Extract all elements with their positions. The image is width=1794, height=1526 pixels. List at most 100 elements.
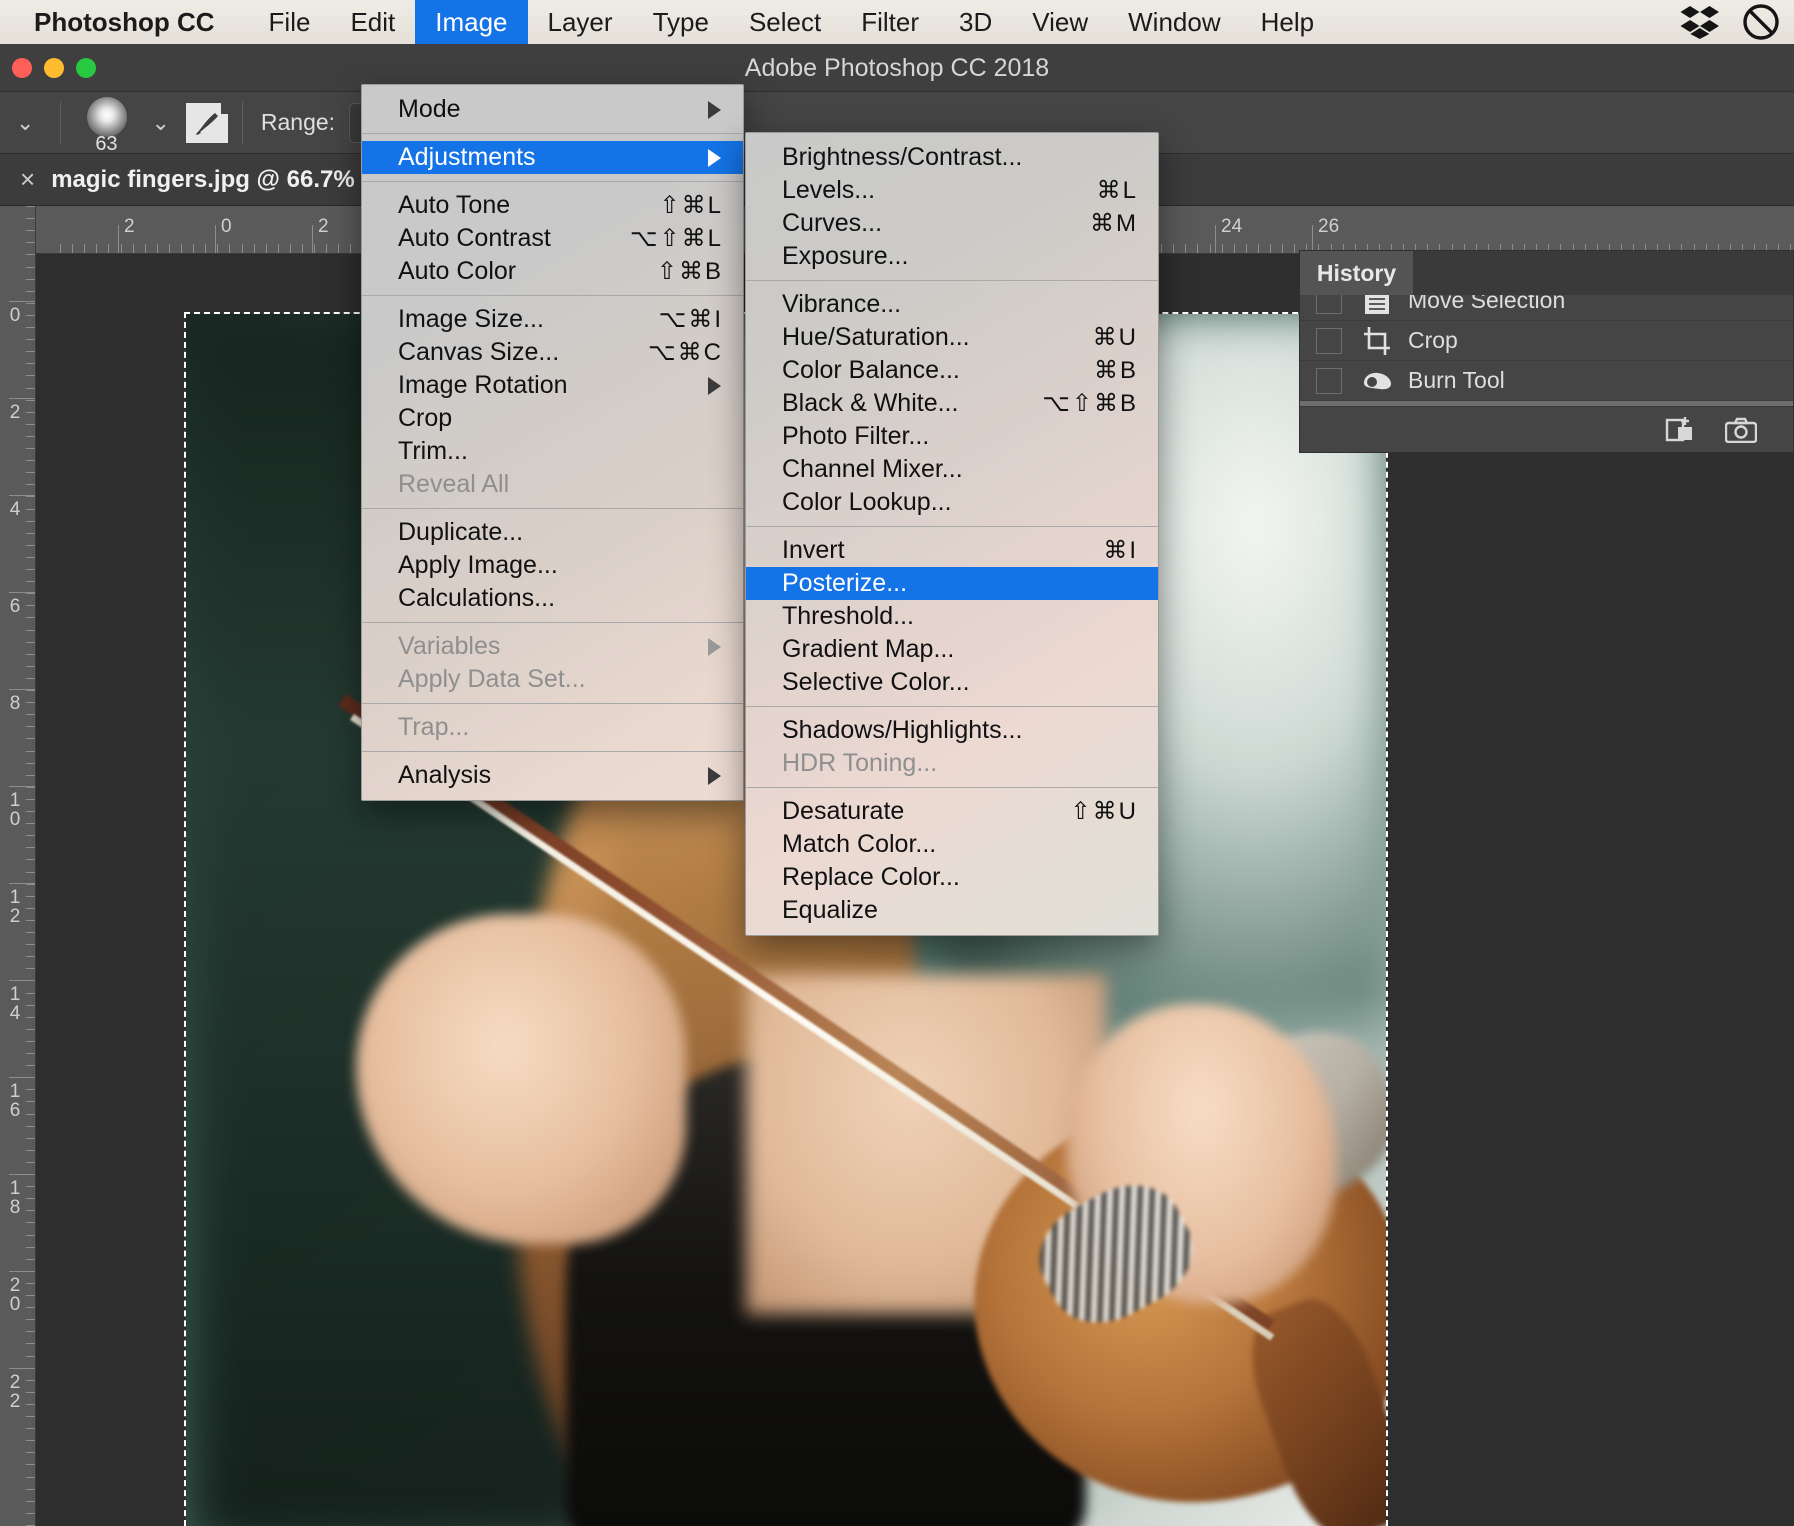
menu-item-crop[interactable]: Crop — [362, 402, 743, 435]
menu-bar-item-file[interactable]: File — [249, 0, 331, 44]
ruler-major-tick — [9, 1271, 35, 1272]
menu-item-analysis[interactable]: Analysis — [362, 759, 743, 792]
ruler-tick — [26, 1464, 35, 1466]
camera-icon[interactable] — [1725, 417, 1757, 443]
menu-item-color-lookup[interactable]: Color Lookup... — [746, 486, 1158, 519]
new-snapshot-icon[interactable] — [1665, 415, 1695, 445]
menu-bar-item-image[interactable]: Image — [415, 0, 528, 44]
ruler-label: 12 — [9, 887, 21, 927]
ruler-tick — [60, 244, 61, 253]
menu-item-duplicate[interactable]: Duplicate... — [362, 516, 743, 549]
menu-item-adjustments[interactable]: Adjustments — [362, 141, 743, 174]
menu-item-desaturate[interactable]: Desaturate ⇧⌘U — [746, 795, 1158, 828]
ruler-tick — [326, 244, 328, 253]
menu-item-auto-tone[interactable]: Auto Tone ⇧⌘L — [362, 189, 743, 222]
tool-preset-chevron-icon[interactable]: ⌄ — [0, 110, 50, 136]
ruler-tick — [26, 375, 35, 377]
menu-bar-item-3d[interactable]: 3D — [939, 0, 1012, 44]
submenu-arrow-icon — [708, 376, 721, 395]
menu-item-hue-saturation[interactable]: Hue/Saturation... ⌘U — [746, 321, 1158, 354]
menu-bar-item-help[interactable]: Help — [1241, 0, 1334, 44]
menu-item-brightness-contrast[interactable]: Brightness/Contrast... — [746, 141, 1158, 174]
ruler-label: 0 — [9, 305, 21, 326]
menu-item-equalize[interactable]: Equalize — [746, 894, 1158, 927]
menu-item-image-size[interactable]: Image Size... ⌥⌘I — [362, 303, 743, 336]
tab-history[interactable]: History — [1300, 251, 1413, 295]
menu-bar-item-window[interactable]: Window — [1108, 0, 1240, 44]
menu-item-vibrance[interactable]: Vibrance... — [746, 288, 1158, 321]
ruler-major-tick — [9, 1368, 35, 1369]
menu-bar-item-edit[interactable]: Edit — [330, 0, 415, 44]
ruler-major-tick — [9, 1077, 35, 1078]
menu-item-threshold[interactable]: Threshold... — [746, 600, 1158, 633]
menu-bar-item-select[interactable]: Select — [729, 0, 841, 44]
menu-item-label: Analysis — [398, 761, 492, 789]
menu-item-channel-mixer[interactable]: Channel Mixer... — [746, 453, 1158, 486]
menu-item-replace-color[interactable]: Replace Color... — [746, 861, 1158, 894]
brush-preview[interactable]: 63 — [77, 96, 135, 155]
menu-item-label: Match Color... — [782, 830, 937, 858]
menu-bar-item-photoshop-cc[interactable]: Photoshop CC — [34, 0, 249, 44]
ruler-tick — [120, 244, 122, 253]
history-list[interactable]: Move SelectionCropBurn ToolLevels — [1300, 295, 1793, 406]
close-document-icon[interactable]: × — [0, 164, 51, 195]
menu-separator — [362, 622, 743, 623]
menu-item-photo-filter[interactable]: Photo Filter... — [746, 420, 1158, 453]
history-snapshot-checkbox[interactable] — [1316, 327, 1342, 354]
menu-item-trim[interactable]: Trim... — [362, 435, 743, 468]
menu-item-posterize[interactable]: Posterize... — [746, 567, 1158, 600]
history-row[interactable]: Crop — [1300, 321, 1793, 361]
menu-bar-item-type[interactable]: Type — [633, 0, 729, 44]
menu-item-label: Vibrance... — [782, 290, 902, 318]
menu-item-label: Apply Image... — [398, 551, 558, 579]
image-menu-dropdown[interactable]: Mode Adjustments Auto Tone ⇧⌘L Auto Contrast… — [361, 84, 744, 801]
dropbox-icon[interactable] — [1680, 5, 1720, 39]
menu-item-image-rotation[interactable]: Image Rotation — [362, 369, 743, 402]
menu-item-label: HDR Toning... — [782, 749, 938, 777]
ruler-tick — [26, 750, 35, 752]
menu-bar-item-view[interactable]: View — [1012, 0, 1108, 44]
menu-item-apply-image[interactable]: Apply Image... — [362, 549, 743, 582]
menu-bar-item-layer[interactable]: Layer — [528, 0, 633, 44]
ruler-tick — [26, 1053, 35, 1054]
do-not-disturb-icon[interactable] — [1742, 3, 1780, 41]
ruler-tick — [26, 496, 35, 498]
ruler-tick — [1257, 244, 1259, 253]
menu-item-calculations[interactable]: Calculations... — [362, 582, 743, 615]
ruler-tick — [26, 472, 35, 474]
ruler-major-tick — [1312, 225, 1313, 253]
menu-item-mode[interactable]: Mode — [362, 93, 743, 126]
menu-item-match-color[interactable]: Match Color... — [746, 828, 1158, 861]
ruler-major-tick — [312, 225, 313, 253]
adjustments-submenu[interactable]: Brightness/Contrast... Levels... ⌘L Curves.… — [745, 132, 1159, 936]
menu-item-curves[interactable]: Curves... ⌘M — [746, 207, 1158, 240]
menu-item-levels[interactable]: Levels... ⌘L — [746, 174, 1158, 207]
vertical-ruler[interactable]: 0 2 4 6 8 10 12 14 16 18 20 22 — [0, 206, 36, 1526]
brush-preset-chevron-icon[interactable]: ⌄ — [135, 110, 185, 136]
menu-item-black-white[interactable]: Black & White... ⌥⇧⌘B — [746, 387, 1158, 420]
history-snapshot-checkbox[interactable] — [1316, 295, 1342, 314]
menu-item-auto-color[interactable]: Auto Color ⇧⌘B — [362, 255, 743, 288]
history-row[interactable]: Move Selection — [1300, 295, 1793, 321]
ruler-tick — [26, 1040, 35, 1042]
ruler-tick — [26, 859, 35, 861]
menu-item-label: Shadows/Highlights... — [782, 716, 1023, 744]
ruler-label: 16 — [9, 1081, 21, 1121]
menu-item-canvas-size[interactable]: Canvas Size... ⌥⌘C — [362, 336, 743, 369]
menu-item-selective-color[interactable]: Selective Color... — [746, 666, 1158, 699]
ruler-tick — [26, 569, 35, 570]
menu-item-shadows-highlights[interactable]: Shadows/Highlights... — [746, 714, 1158, 747]
menu-item-label: Duplicate... — [398, 518, 524, 546]
menu-item-apply-data-set: Apply Data Set... — [362, 663, 743, 696]
history-snapshot-checkbox[interactable] — [1316, 367, 1342, 394]
history-row[interactable]: Burn Tool — [1300, 361, 1793, 401]
menu-item-invert[interactable]: Invert ⌘I — [746, 534, 1158, 567]
menu-item-exposure[interactable]: Exposure... — [746, 240, 1158, 273]
menu-item-color-balance[interactable]: Color Balance... ⌘B — [746, 354, 1158, 387]
brush-panel-icon[interactable] — [185, 101, 232, 145]
menu-item-label: Trap... — [398, 713, 470, 741]
menu-bar-item-filter[interactable]: Filter — [841, 0, 939, 44]
menu-item-auto-contrast[interactable]: Auto Contrast ⌥⇧⌘L — [362, 222, 743, 255]
menu-item-gradient-map[interactable]: Gradient Map... — [746, 633, 1158, 666]
history-panel[interactable]: History Move SelectionCropBurn ToolLevel… — [1299, 250, 1794, 453]
